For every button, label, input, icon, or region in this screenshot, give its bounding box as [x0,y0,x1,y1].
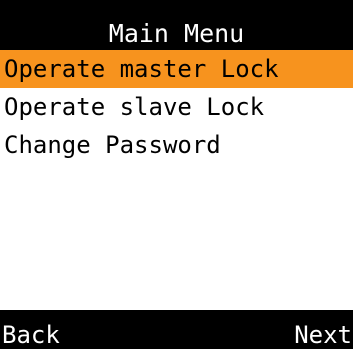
menu-item-change-password[interactable]: Change Password [0,126,353,164]
softkey-bar: Back Next [0,310,353,349]
back-softkey[interactable]: Back [2,323,60,347]
menu-item-label: Operate slave Lock [4,93,265,121]
menu-item-label: Change Password [4,131,221,159]
menu-item-operate-slave-lock[interactable]: Operate slave Lock [0,88,353,126]
page-title: Main Menu [108,19,245,48]
main-menu-list: Operate master Lock Operate slave Lock C… [0,50,353,164]
title-bar: Main Menu [0,0,353,50]
phone-screen: Main Menu Operate master Lock Operate sl… [0,0,353,349]
next-softkey[interactable]: Next [294,323,352,347]
menu-item-operate-master-lock[interactable]: Operate master Lock [0,50,353,88]
menu-item-label: Operate master Lock [4,55,279,83]
